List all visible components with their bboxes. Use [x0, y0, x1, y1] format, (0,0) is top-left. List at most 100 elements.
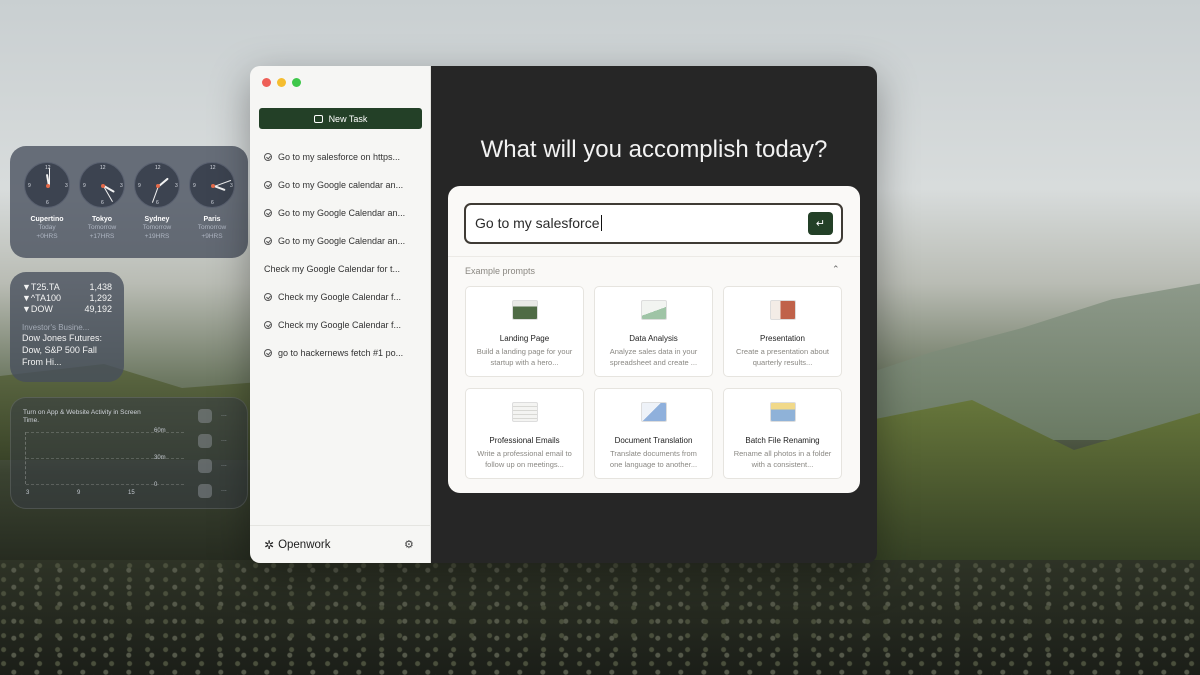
task-label: Check my Google Calendar f... — [278, 320, 402, 330]
app-placeholder-icon — [198, 434, 212, 448]
sidebar: New Task Go to my salesforce on https...… — [250, 66, 431, 563]
clock-offset: +17HRS — [89, 233, 115, 240]
app-placeholder-text: ... — [221, 486, 227, 493]
clock-day: Tomorrow — [142, 224, 172, 231]
text-caret — [600, 215, 602, 231]
y-axis-label: 60m — [154, 428, 166, 434]
task-label: Go to my salesforce on https... — [278, 152, 401, 162]
example-prompt-description: Translate documents from one language to… — [609, 449, 698, 469]
translation-thumbnail-icon — [640, 402, 667, 422]
example-prompt-description: Analyze sales data in your spreadsheet a… — [609, 347, 698, 367]
clock-face: 12 3 69 — [189, 162, 235, 208]
example-prompt-title: Landing Page — [499, 334, 550, 343]
y-axis-label: 30m — [154, 455, 166, 461]
completed-check-icon — [264, 293, 272, 301]
new-task-button[interactable]: New Task — [259, 108, 422, 129]
example-prompt-landing-page[interactable]: Landing Page Build a landing page for yo… — [465, 286, 584, 377]
example-prompt-batch-file-renaming[interactable]: Batch File Renaming Rename all photos in… — [723, 388, 842, 479]
example-prompt-description: Write a professional email to follow up … — [477, 449, 572, 469]
gear-icon[interactable]: ⚙ — [404, 538, 414, 551]
news-headline[interactable]: Dow Jones Futures: Dow, S&P 500 Fall Fro… — [22, 332, 112, 368]
screen-time-message: Turn on App & Website Activity in Screen… — [23, 409, 141, 424]
completed-check-icon — [264, 181, 272, 189]
clock-face: 12 3 69 — [134, 162, 180, 208]
x-axis-label: 15 — [128, 490, 135, 496]
world-clock-widget[interactable]: 12 3 69 Cupertino Today +0HRS 12 3 69 Toky… — [10, 146, 248, 258]
brand-name: Openwork — [278, 539, 331, 551]
clock-face: 12 3 69 — [24, 162, 70, 208]
task-label: go to hackernews fetch #1 po... — [278, 348, 404, 358]
task-history-item[interactable]: Check my Google Calendar for t... — [250, 255, 431, 283]
example-prompt-title: Presentation — [760, 334, 805, 343]
clock-city: Sydney — [144, 216, 170, 223]
example-prompt-title: Professional Emails — [489, 436, 560, 445]
data-analysis-thumbnail-icon — [640, 300, 667, 320]
clock-offset: +0HRS — [36, 233, 58, 240]
stocks-widget[interactable]: ▼T25.TA 1,438 ▼^TA100 1,292 ▼DOW 49,192 … — [10, 272, 124, 382]
example-prompt-title: Batch File Renaming — [745, 436, 820, 445]
clock-paris: 12 3 69 Paris Tomorrow +9HRS — [187, 162, 237, 241]
clock-city: Paris — [203, 216, 221, 223]
zoom-window-button[interactable] — [292, 78, 301, 87]
minute-hand — [49, 168, 50, 186]
example-prompt-presentation[interactable]: Presentation Create a presentation about… — [723, 286, 842, 377]
task-history-item[interactable]: go to hackernews fetch #1 po... — [250, 339, 431, 367]
clock-offset: +19HRS — [144, 233, 170, 240]
task-history-item[interactable]: Go to my Google Calendar an... — [250, 227, 431, 255]
new-task-label: New Task — [328, 113, 368, 124]
task-input[interactable]: Go to my salesforce ↵ — [464, 203, 843, 244]
task-label: Go to my Google calendar an... — [278, 180, 404, 190]
background-meadow — [0, 560, 1200, 675]
clock-day: Tomorrow — [87, 224, 117, 231]
task-history-item[interactable]: Check my Google Calendar f... — [250, 283, 431, 311]
task-label: Go to my Google Calendar an... — [278, 236, 406, 246]
minimize-window-button[interactable] — [277, 78, 286, 87]
task-history-list: Go to my salesforce on https... Go to my… — [250, 143, 431, 367]
minute-hand — [214, 179, 232, 187]
app-placeholder-icon — [198, 409, 212, 423]
stock-row: ▼T25.TA 1,438 — [22, 282, 112, 293]
example-prompts-label: Example prompts — [465, 266, 536, 276]
example-prompt-description: Rename all photos in a folder with a con… — [733, 449, 832, 469]
example-prompt-data-analysis[interactable]: Data Analysis Analyze sales data in your… — [594, 286, 713, 377]
submit-button[interactable]: ↵ — [808, 212, 833, 235]
example-prompt-document-translation[interactable]: Document Translation Translate documents… — [594, 388, 713, 479]
y-axis-label: 0 — [154, 482, 158, 488]
x-axis-label: 9 — [77, 490, 81, 496]
task-history-item[interactable]: Go to my Google Calendar an... — [250, 199, 431, 227]
news-source: Investor's Busine... — [22, 323, 90, 332]
app-placeholder-icon — [198, 459, 212, 473]
completed-check-icon — [264, 153, 272, 161]
example-prompt-description: Create a presentation about quarterly re… — [736, 347, 829, 367]
clock-sydney: 12 3 69 Sydney Tomorrow +19HRS — [132, 162, 182, 241]
example-prompt-professional-emails[interactable]: Professional Emails Write a professional… — [465, 388, 584, 479]
task-input-value[interactable]: Go to my salesforce — [475, 215, 602, 231]
clock-day: Tomorrow — [197, 224, 227, 231]
stock-symbol: ▼T25.TA — [22, 282, 60, 292]
clock-cupertino: 12 3 69 Cupertino Today +0HRS — [22, 162, 72, 241]
close-window-button[interactable] — [262, 78, 271, 87]
stock-row: ▼DOW 49,192 — [22, 304, 112, 315]
openwork-logo: ✲ Openwork — [264, 538, 330, 552]
main-panel: What will you accomplish today? Go to my… — [431, 66, 877, 563]
stock-value: 49,192 — [84, 304, 112, 314]
app-placeholder-text: ... — [221, 436, 227, 443]
task-history-item[interactable]: Check my Google Calendar f... — [250, 311, 431, 339]
task-label: Check my Google Calendar for t... — [264, 264, 401, 274]
task-label: Check my Google Calendar f... — [278, 292, 402, 302]
openwork-logo-icon: ✲ — [264, 538, 275, 552]
landing-page-thumbnail-icon — [511, 300, 538, 320]
clock-offset: +9HRS — [201, 233, 223, 240]
screen-time-widget[interactable]: Turn on App & Website Activity in Screen… — [10, 397, 248, 509]
chevron-up-icon[interactable]: ⌃ — [832, 264, 840, 275]
stock-symbol: ▼^TA100 — [22, 293, 61, 303]
app-placeholder-text: ... — [221, 461, 227, 468]
completed-check-icon — [264, 349, 272, 357]
clock-city: Cupertino — [30, 216, 64, 223]
sidebar-footer: ✲ Openwork ⚙ — [250, 525, 431, 563]
clock-day: Today — [38, 224, 56, 231]
task-history-item[interactable]: Go to my salesforce on https... — [250, 143, 431, 171]
openwork-window: New Task Go to my salesforce on https...… — [250, 66, 877, 563]
task-history-item[interactable]: Go to my Google calendar an... — [250, 171, 431, 199]
x-axis-label: 3 — [26, 490, 30, 496]
